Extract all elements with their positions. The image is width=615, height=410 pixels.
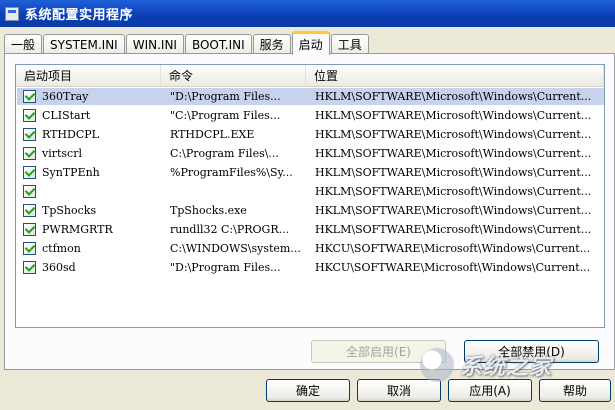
tab--[interactable]: 一般: [4, 34, 43, 54]
item-cell: ctfmon: [17, 242, 162, 255]
tab--[interactable]: 启动: [291, 31, 330, 55]
row-content: HKLM\SOFTWARE\Microsoft\Windows\Current.…: [17, 183, 604, 200]
app-icon: [5, 6, 19, 21]
enable-all-button[interactable]: 全部启用(E): [311, 340, 446, 363]
item-cell: PWRMGRTR: [17, 223, 162, 236]
command-cell: %ProgramFiles%\Sy...: [170, 166, 293, 179]
command-cell: "D:\Program Files...: [170, 261, 281, 274]
command-cell: rundll32 C:\PROGR...: [170, 223, 290, 236]
tab-win-ini[interactable]: WIN.INI: [125, 34, 184, 54]
item-cell: SynTPEnh: [17, 166, 162, 179]
tab-strip: 一般 SYSTEM.INI WIN.INI BOOT.INI 服务 启动 工具: [4, 30, 370, 55]
location-cell: HKLM\SOFTWARE\Microsoft\Windows\Current.…: [315, 147, 592, 160]
list-item[interactable]: virtscrl C:\Program Files\... HKLM\SOFTWAR…: [16, 144, 604, 163]
list-body: 360Tray "D:\Program Files... HKLM\SOFTWARE…: [16, 87, 604, 277]
apply-button[interactable]: 应用(A): [448, 379, 532, 402]
list-item[interactable]: PWRMGRTR rundll32 C:\PROGR... HKLM\SOFTWAR…: [16, 220, 604, 239]
command-cell: TpShocks.exe: [170, 204, 247, 217]
item-name: RTHDCPL: [42, 128, 99, 141]
enable-checkbox[interactable]: [23, 90, 36, 103]
item-cell: virtscrl: [17, 147, 162, 160]
row-content: ctfmon C:\WINDOWS\system... HKCU\SOFTWARE\…: [17, 240, 604, 257]
item-name: PWRMGRTR: [42, 223, 113, 236]
item-name: CLIStart: [42, 109, 91, 122]
item-name: TpShocks: [42, 204, 97, 217]
enable-checkbox[interactable]: [23, 242, 36, 255]
column-header-item[interactable]: 启动项目: [16, 65, 161, 86]
item-cell: TpShocks: [17, 204, 162, 217]
enable-checkbox[interactable]: [23, 147, 36, 160]
ok-button[interactable]: 确定: [266, 379, 350, 402]
startup-list[interactable]: 启动项目 命令 位置 360Tray "D:\Program Files... HK…: [15, 64, 605, 328]
command-cell: C:\Program Files\...: [170, 147, 279, 160]
list-item[interactable]: RTHDCPL RTHDCPL.EXE HKLM\SOFTWARE\Microsof…: [16, 125, 604, 144]
location-cell: HKLM\SOFTWARE\Microsoft\Windows\Current.…: [315, 185, 592, 198]
item-cell: 360Tray: [17, 90, 162, 103]
list-item[interactable]: HKLM\SOFTWARE\Microsoft\Windows\Current.…: [16, 182, 604, 201]
location-cell: HKLM\SOFTWARE\Microsoft\Windows\Current.…: [315, 223, 592, 236]
enable-checkbox[interactable]: [23, 204, 36, 217]
command-cell: "D:\Program Files...: [170, 90, 281, 103]
location-cell: HKCU\SOFTWARE\Microsoft\Windows\Current.…: [315, 261, 591, 274]
row-content: 360Tray "D:\Program Files... HKLM\SOFTWARE…: [17, 88, 604, 105]
location-cell: HKLM\SOFTWARE\Microsoft\Windows\Current.…: [315, 128, 592, 141]
location-cell: HKCU\SOFTWARE\Microsoft\Windows\Current.…: [315, 242, 591, 255]
list-item[interactable]: TpShocks TpShocks.exe HKLM\SOFTWARE\Micros…: [16, 201, 604, 220]
row-content: TpShocks TpShocks.exe HKLM\SOFTWARE\Micros…: [17, 202, 604, 219]
column-header-location[interactable]: 位置: [306, 65, 604, 86]
item-name: SynTPEnh: [42, 166, 100, 179]
tab-system-ini[interactable]: SYSTEM.INI: [43, 34, 125, 54]
tab--[interactable]: 服务: [252, 34, 291, 54]
enable-checkbox[interactable]: [23, 223, 36, 236]
list-item[interactable]: SynTPEnh %ProgramFiles%\Sy... HKLM\SOFTWAR…: [16, 163, 604, 182]
enable-checkbox[interactable]: [23, 166, 36, 179]
list-item[interactable]: 360Tray "D:\Program Files... HKLM\SOFTWARE…: [16, 87, 604, 106]
row-content: virtscrl C:\Program Files\... HKLM\SOFTWAR…: [17, 145, 604, 162]
item-cell: 360sd: [17, 261, 162, 274]
location-cell: HKLM\SOFTWARE\Microsoft\Windows\Current.…: [315, 90, 592, 103]
disable-all-button[interactable]: 全部禁用(D): [464, 340, 599, 363]
item-cell: CLIStart: [17, 109, 162, 122]
list-header: 启动项目 命令 位置: [16, 65, 604, 87]
list-item[interactable]: CLIStart "C:\Program Files... HKLM\SOFTWAR…: [16, 106, 604, 125]
list-item[interactable]: 360sd "D:\Program Files... HKCU\SOFTWARE\M…: [16, 258, 604, 277]
tab-boot-ini[interactable]: BOOT.INI: [184, 34, 252, 54]
location-cell: HKLM\SOFTWARE\Microsoft\Windows\Current.…: [315, 204, 592, 217]
cancel-button[interactable]: 取消: [357, 379, 441, 402]
enable-checkbox[interactable]: [23, 185, 36, 198]
item-name: virtscrl: [42, 147, 82, 160]
command-cell: "C:\Program Files...: [170, 109, 281, 122]
row-content: CLIStart "C:\Program Files... HKLM\SOFTWAR…: [17, 107, 604, 124]
item-name: 360Tray: [42, 90, 89, 103]
location-cell: HKLM\SOFTWARE\Microsoft\Windows\Current.…: [315, 109, 592, 122]
location-cell: HKLM\SOFTWARE\Microsoft\Windows\Current.…: [315, 166, 592, 179]
row-content: SynTPEnh %ProgramFiles%\Sy... HKLM\SOFTWAR…: [17, 164, 604, 181]
item-cell: RTHDCPL: [17, 128, 162, 141]
enable-checkbox[interactable]: [23, 109, 36, 122]
window-title: 系统配置实用程序: [25, 8, 134, 23]
enable-checkbox[interactable]: [23, 261, 36, 274]
help-button[interactable]: 帮助: [539, 379, 611, 402]
row-content: PWRMGRTR rundll32 C:\PROGR... HKLM\SOFTWAR…: [17, 221, 604, 238]
list-item[interactable]: ctfmon C:\WINDOWS\system... HKCU\SOFTWARE\…: [16, 239, 604, 258]
column-header-command[interactable]: 命令: [161, 65, 306, 86]
tab--[interactable]: 工具: [330, 34, 369, 54]
row-content: 360sd "D:\Program Files... HKCU\SOFTWARE\M…: [17, 259, 604, 276]
command-cell: C:\WINDOWS\system...: [170, 242, 301, 255]
enable-checkbox[interactable]: [23, 128, 36, 141]
title-bar[interactable]: 系统配置实用程序: [0, 0, 615, 27]
item-name: ctfmon: [42, 242, 81, 255]
item-cell: [17, 185, 162, 198]
row-content: RTHDCPL RTHDCPL.EXE HKLM\SOFTWARE\Microsof…: [17, 126, 604, 143]
command-cell: RTHDCPL.EXE: [170, 128, 255, 141]
item-name: 360sd: [42, 261, 76, 274]
